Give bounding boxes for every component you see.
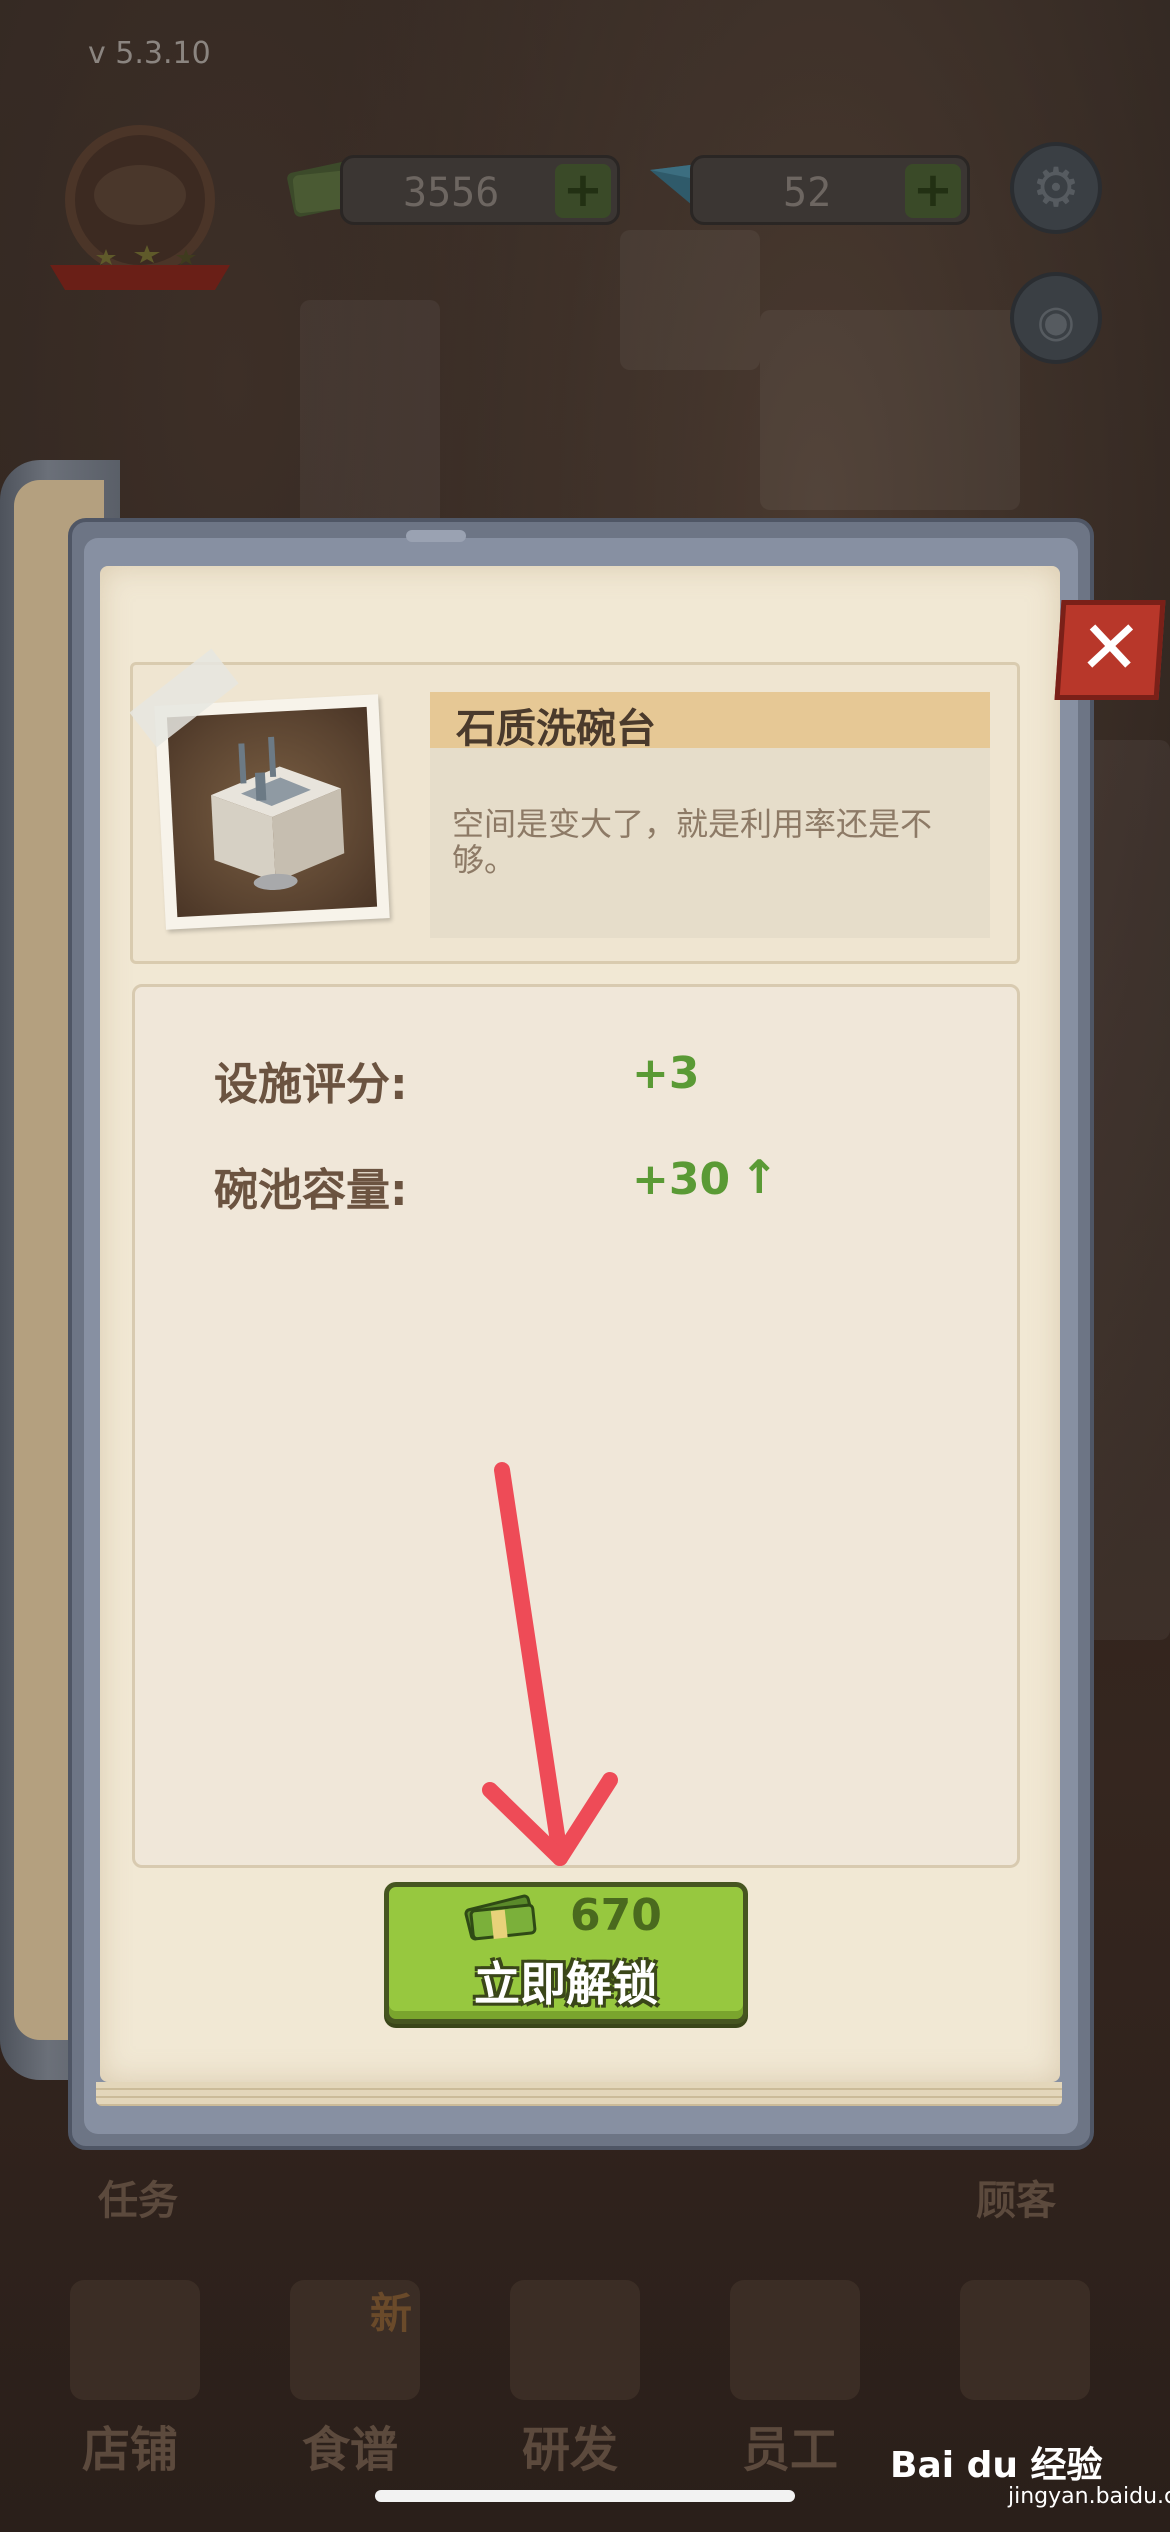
cash-value: 3556: [403, 170, 500, 216]
add-cash-button[interactable]: +: [555, 164, 611, 218]
stat-value-rating: +3: [632, 1048, 700, 1099]
home-indicator[interactable]: [375, 2490, 795, 2502]
restaurant-rating-badge[interactable]: [30, 115, 250, 305]
staff-icon: [730, 2280, 860, 2400]
customers-label[interactable]: 顾客: [976, 2168, 1056, 2226]
gem-counter: 52 +: [690, 155, 970, 225]
item-description: 空间是变大了，就是利用率还是不够。: [452, 805, 933, 879]
baidu-watermark-url: jingyan.baidu.com: [1008, 2484, 1170, 2509]
gem-value: 52: [783, 170, 832, 216]
item-photo: [154, 694, 390, 930]
item-name: 石质洗碗台: [456, 706, 656, 752]
tasks-label[interactable]: 任务: [98, 2168, 178, 2226]
machine-icon: [960, 2280, 1090, 2400]
bg-decor: [760, 310, 1020, 510]
close-button[interactable]: ✕: [1054, 600, 1166, 700]
nav-shop[interactable]: 店铺: [30, 2250, 230, 2500]
unlock-price: 670: [570, 1890, 662, 1941]
nav-recipes-label: 食谱: [301, 2422, 398, 2478]
nav-research[interactable]: 研发: [470, 2250, 670, 2500]
stat-value-capacity: +30: [632, 1154, 731, 1205]
stat-label-capacity: 碗池容量:: [214, 1165, 408, 1216]
item-photo-inner: [166, 706, 378, 918]
cash-counter: 3556 +: [340, 155, 620, 225]
nav-staff[interactable]: 员工: [690, 2250, 890, 2500]
settings-icon: ⚙: [1031, 156, 1081, 219]
close-icon: ✕: [1076, 605, 1145, 691]
shop-icon: [70, 2280, 200, 2400]
nav-staff-label: 员工: [741, 2422, 838, 2478]
nav-research-label: 研发: [521, 2422, 618, 2478]
sink-icon: [211, 736, 345, 890]
cash-icon: [464, 1894, 537, 1941]
add-gems-button[interactable]: +: [905, 164, 961, 218]
annotation-arrow-icon: [482, 1462, 618, 1866]
camera-button[interactable]: ◉: [1010, 272, 1102, 364]
baidu-watermark: Bai du 经验: [890, 2445, 1103, 2486]
stat-label-rating: 设施评分:: [214, 1059, 408, 1110]
settings-button[interactable]: ⚙: [1010, 142, 1102, 234]
new-badge: 新: [370, 2289, 413, 2338]
camera-icon: ◉: [1036, 296, 1076, 347]
nav-shop-label: 店铺: [81, 2422, 178, 2478]
version-label: v 5.3.10: [88, 36, 211, 71]
nav-recipes[interactable]: 新 食谱: [250, 2250, 450, 2500]
cooking-pot-icon: [510, 2280, 640, 2400]
up-arrow-icon: ↑: [740, 1150, 779, 1204]
unlock-label: 立即解锁: [474, 1957, 658, 2011]
book-tab: [406, 530, 466, 542]
paper-edge: [96, 2082, 1062, 2106]
bg-decor: [620, 230, 760, 370]
